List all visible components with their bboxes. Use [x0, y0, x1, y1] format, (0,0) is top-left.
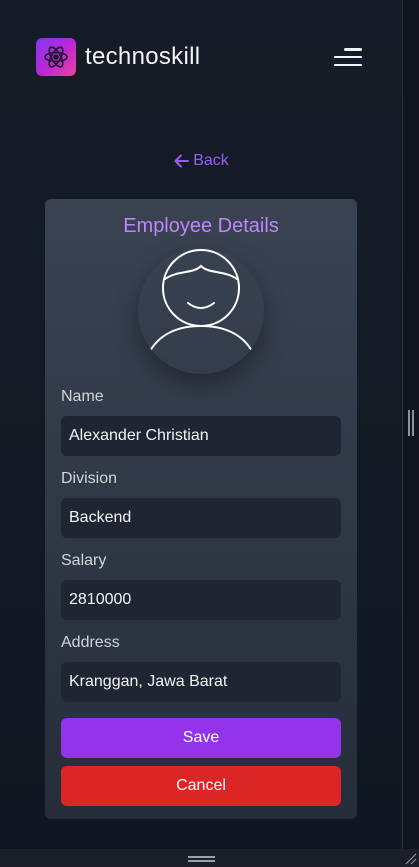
hamburger-menu-icon[interactable] — [334, 48, 362, 66]
address-label: Address — [61, 634, 120, 651]
horizontal-resize-handle[interactable] — [188, 856, 215, 862]
save-button[interactable]: Save — [61, 718, 341, 758]
atom-icon — [36, 38, 76, 76]
app-window: technoskill Back Employee Details Name D… — [0, 0, 403, 849]
address-field[interactable] — [61, 662, 341, 702]
brand[interactable]: technoskill — [36, 38, 200, 76]
grip-line — [412, 410, 414, 436]
salary-field[interactable] — [61, 580, 341, 620]
arrow-left-icon — [174, 154, 190, 168]
grip-line — [188, 860, 215, 862]
name-label: Name — [61, 388, 104, 405]
division-field[interactable] — [61, 498, 341, 538]
grip-line — [408, 410, 410, 436]
header: technoskill — [36, 37, 362, 77]
back-label: Back — [193, 152, 229, 169]
salary-label: Salary — [61, 552, 107, 569]
menu-line — [334, 55, 362, 59]
menu-line — [334, 63, 362, 66]
grip-line — [188, 856, 215, 858]
user-avatar-icon — [138, 248, 264, 374]
vertical-resize-handle[interactable] — [408, 410, 414, 436]
name-field[interactable] — [61, 416, 341, 456]
employee-details-card: Employee Details Name Division Salary Ad… — [45, 199, 357, 819]
brand-name: technoskill — [85, 43, 201, 70]
back-link[interactable]: Back — [0, 152, 403, 170]
menu-line — [344, 48, 362, 51]
division-label: Division — [61, 470, 118, 487]
resize-corner-icon[interactable] — [403, 851, 417, 865]
card-title: Employee Details — [123, 215, 279, 237]
cancel-button[interactable]: Cancel — [61, 766, 341, 806]
